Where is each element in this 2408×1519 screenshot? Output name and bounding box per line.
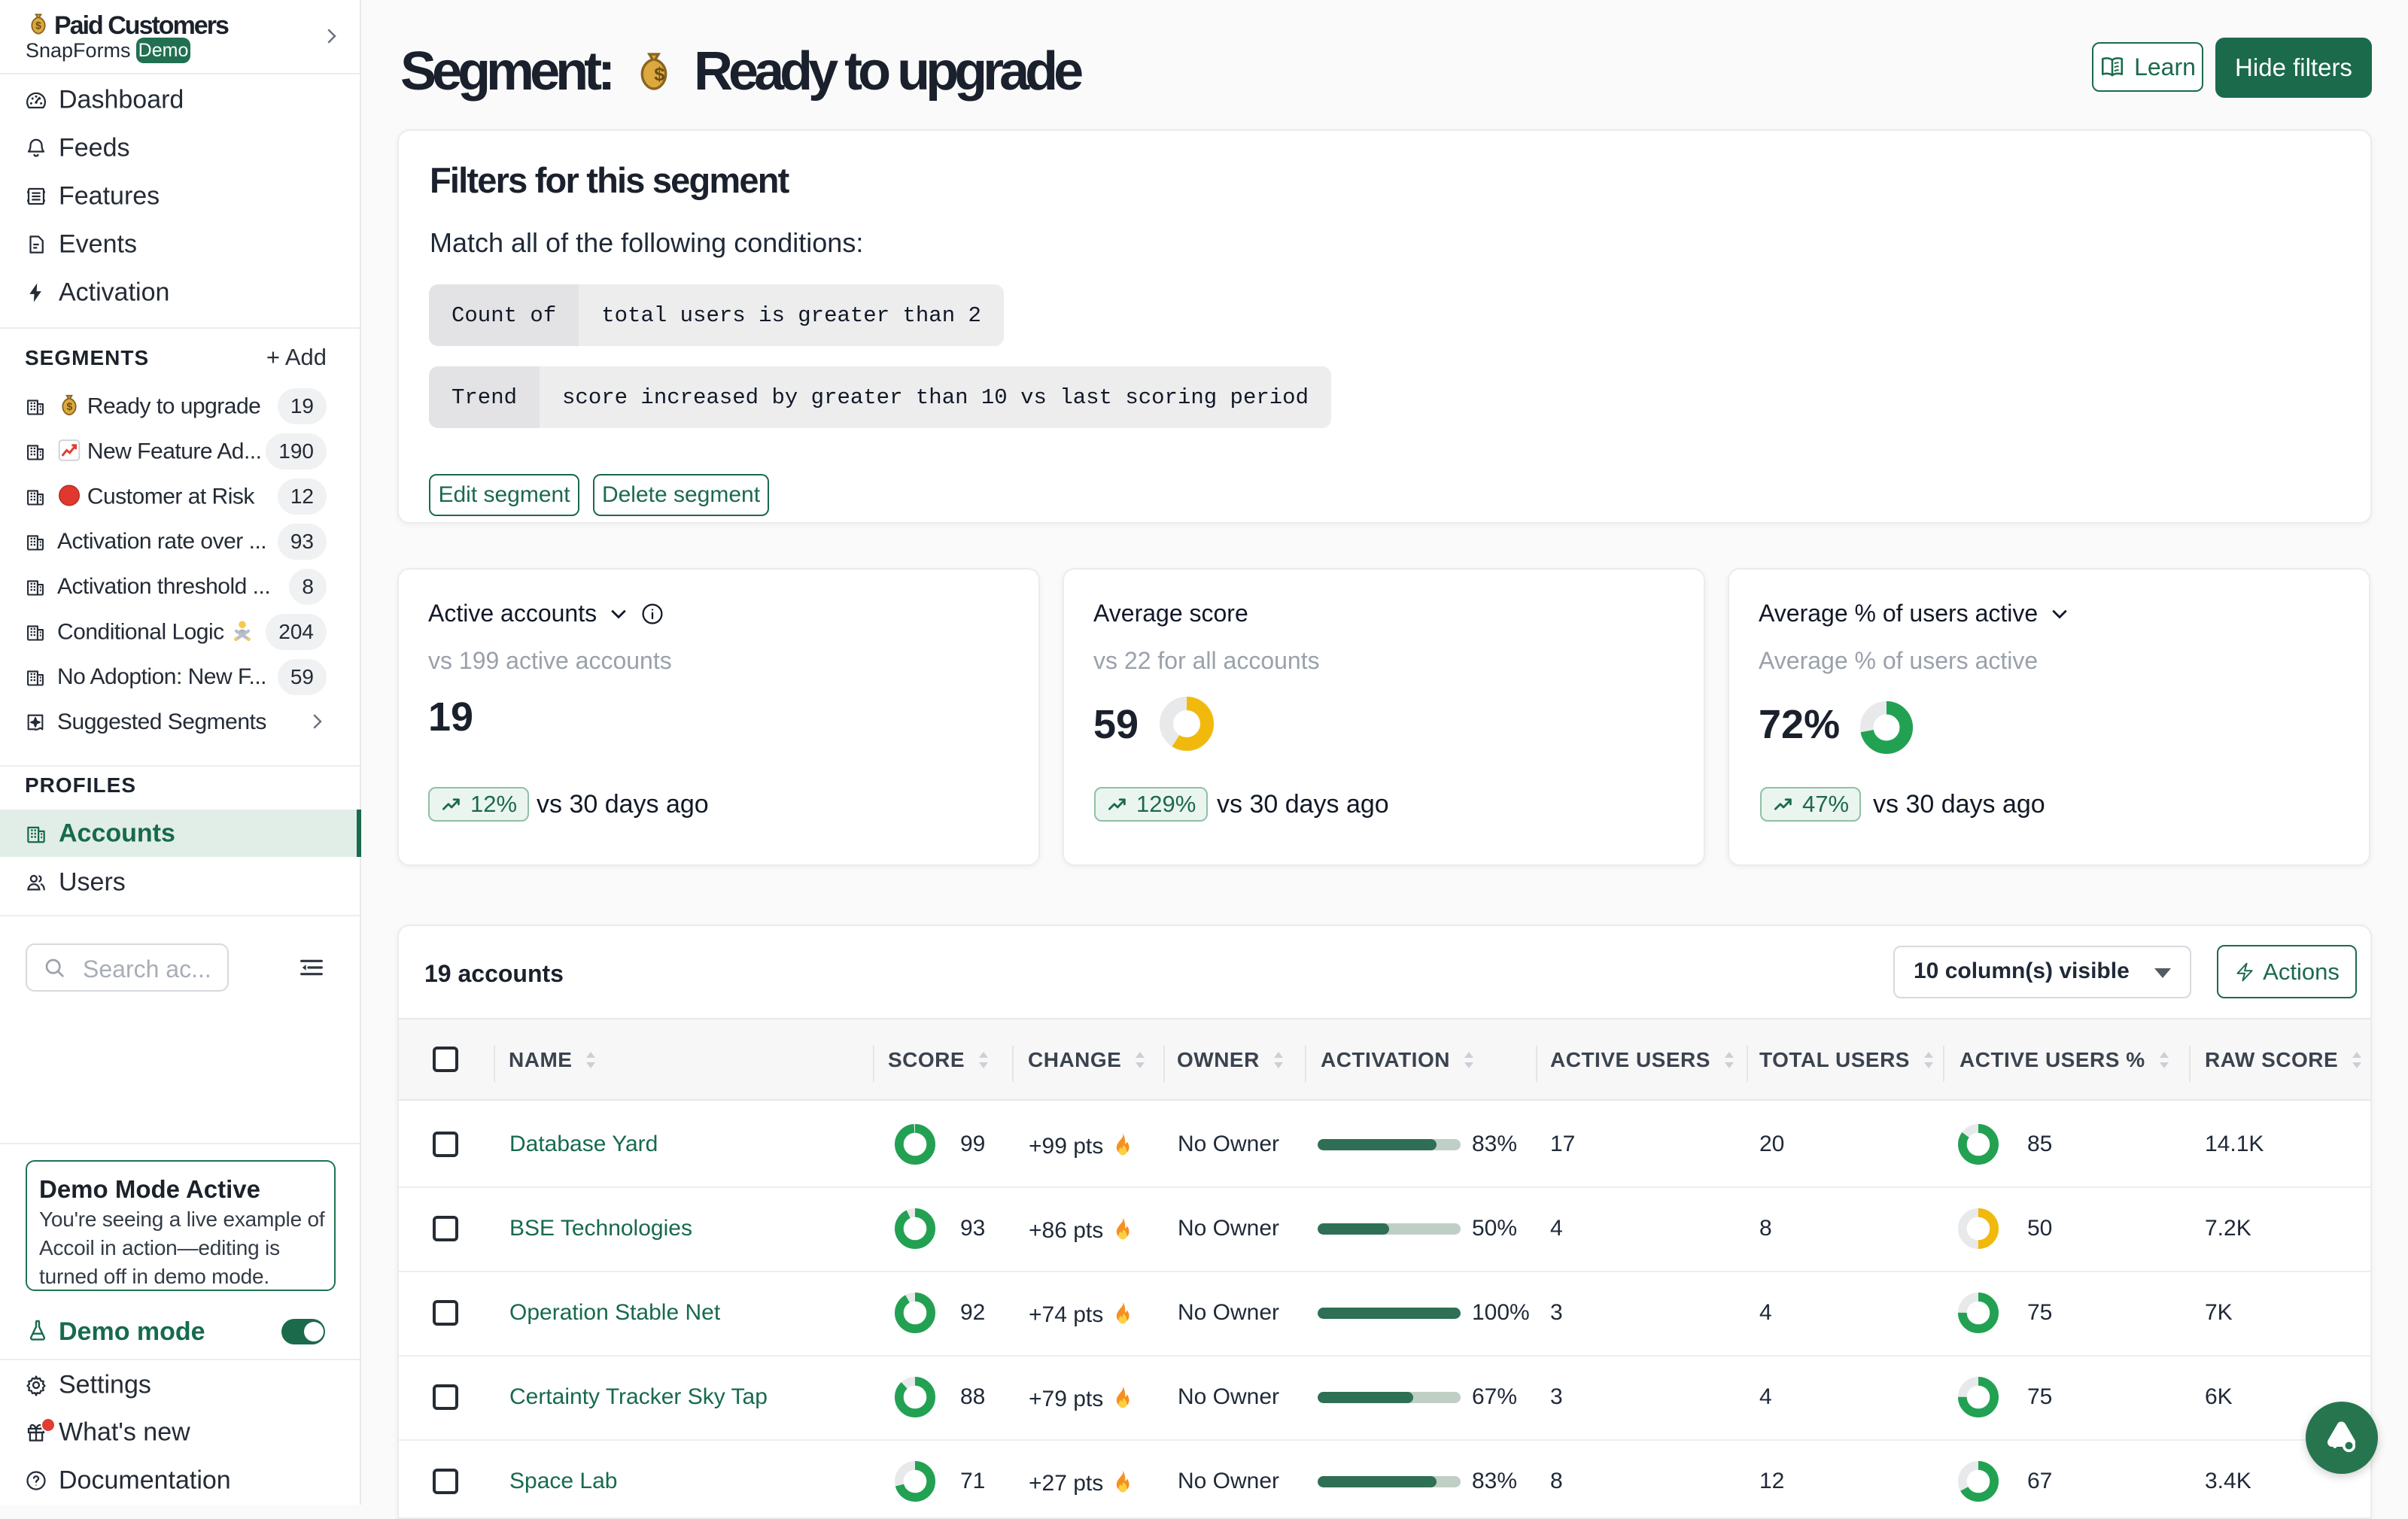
- svg-text:$: $: [35, 20, 41, 32]
- svg-text:$: $: [66, 400, 72, 412]
